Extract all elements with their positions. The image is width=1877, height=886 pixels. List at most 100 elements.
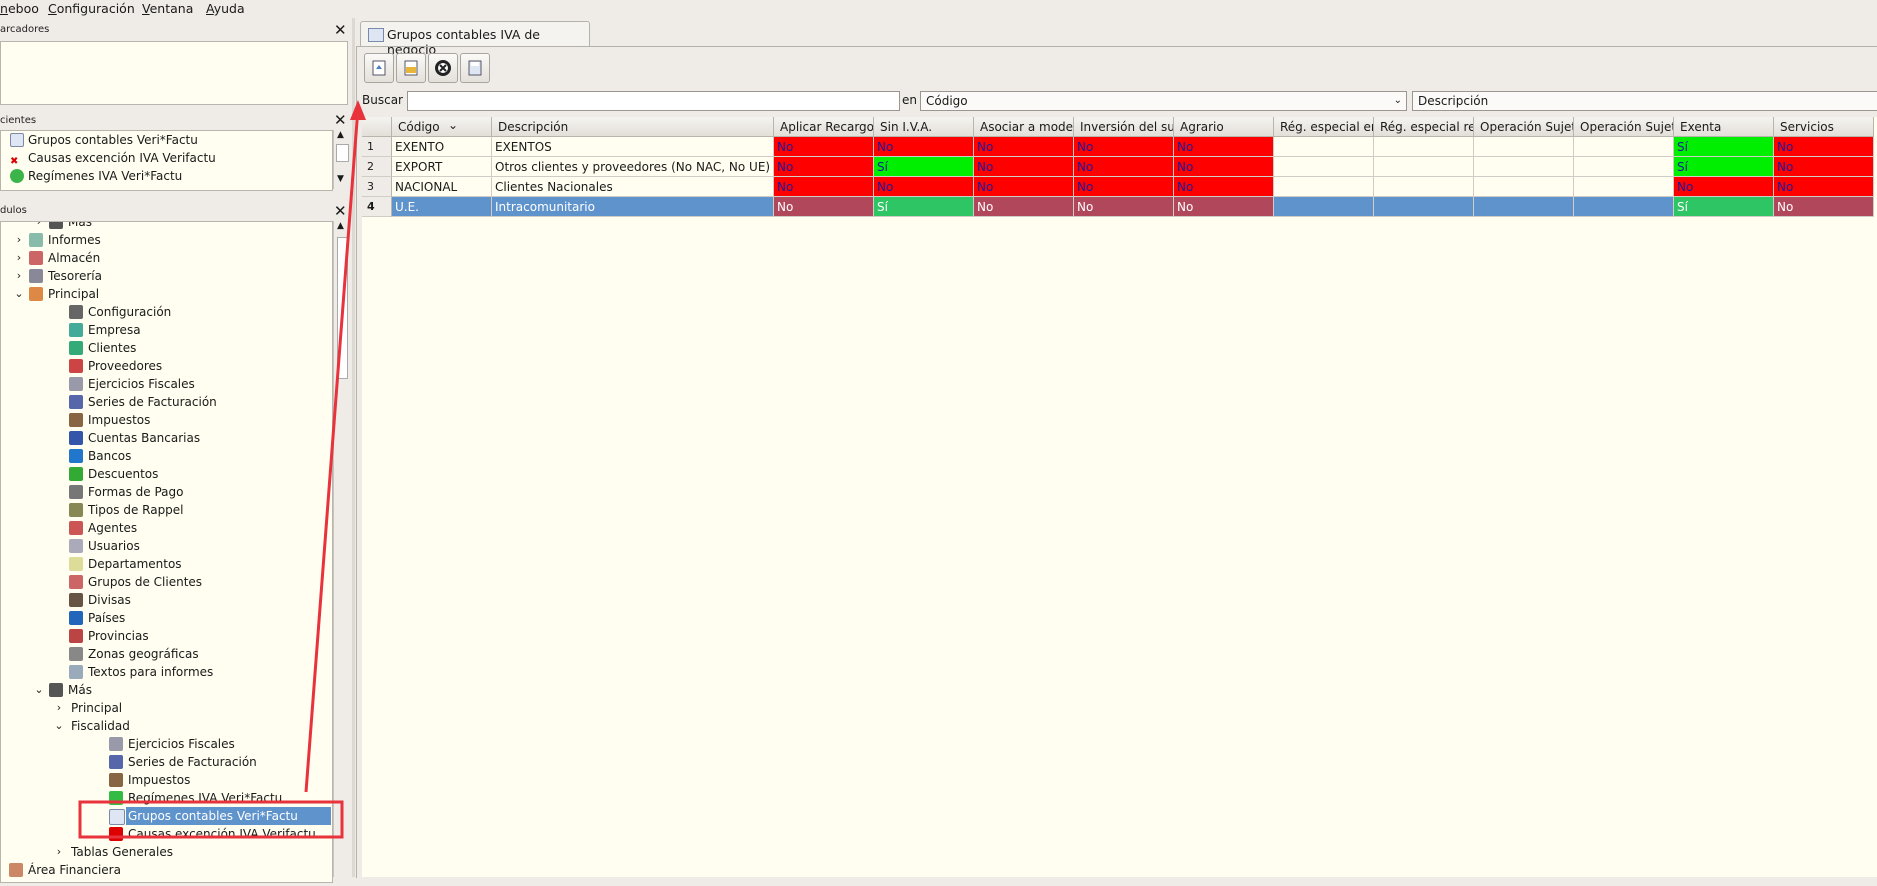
menu-item-file[interactable]: neboo [0, 1, 39, 16]
table-cell[interactable]: NACIONAL [392, 177, 492, 197]
order-field-select[interactable]: Descripción [1412, 91, 1877, 111]
tree-item[interactable]: Divisas [1, 591, 332, 609]
row-header[interactable]: 2 [362, 157, 392, 177]
tree-item[interactable]: ⌄ Más [1, 681, 332, 699]
tab-grupos-contables[interactable]: Grupos contables IVA de negocio [360, 21, 590, 57]
modules-close-icon[interactable]: ✕ [334, 204, 347, 219]
table-cell[interactable] [1574, 157, 1674, 177]
table-cell[interactable] [1474, 197, 1574, 217]
table-cell[interactable] [1574, 137, 1674, 157]
bookmarks-list[interactable] [0, 41, 348, 105]
tree-item[interactable]: ⌄ Fiscalidad [1, 717, 332, 735]
menu-item-configuracion[interactable]: Configuración [48, 1, 135, 16]
table-cell[interactable]: Sí [1674, 197, 1774, 217]
table-cell[interactable] [1474, 177, 1574, 197]
table-cell[interactable]: No [1074, 197, 1174, 217]
column-header[interactable]: Rég. especial er [1274, 117, 1374, 137]
table-cell[interactable]: No [774, 197, 874, 217]
table-cell[interactable] [1374, 197, 1474, 217]
table-cell[interactable]: Clientes Nacionales [492, 177, 774, 197]
tree-item[interactable]: › Informes [1, 231, 332, 249]
table-cell[interactable]: EXENTOS [492, 137, 774, 157]
dock-splitter[interactable] [352, 18, 355, 877]
table-cell[interactable]: No [1074, 137, 1174, 157]
table-cell[interactable]: No [1174, 137, 1274, 157]
table-cell[interactable]: No [1174, 177, 1274, 197]
tree-item[interactable]: › Tesorería [1, 267, 332, 285]
table-cell[interactable]: No [1774, 157, 1874, 177]
search-input[interactable] [407, 91, 900, 111]
row-header[interactable]: 4 [362, 197, 392, 217]
tree-item[interactable]: Textos para informes [1, 663, 332, 681]
table-cell[interactable]: No [1074, 157, 1174, 177]
chevron-right-icon[interactable]: › [13, 231, 25, 249]
tree-item[interactable]: Impuestos [1, 411, 332, 429]
table-cell[interactable]: U.E. [392, 197, 492, 217]
table-cell[interactable]: EXPORT [392, 157, 492, 177]
tree-item[interactable]: › Más [1, 222, 332, 231]
tree-item[interactable]: Clientes [1, 339, 332, 357]
tree-item[interactable]: Ejercicios Fiscales [1, 375, 332, 393]
tree-item[interactable]: Tipos de Rappel [1, 501, 332, 519]
tree-item[interactable]: Proveedores [1, 357, 332, 375]
tree-item[interactable]: › Principal [1, 699, 332, 717]
table-cell[interactable]: No [1774, 197, 1874, 217]
table-cell[interactable] [1374, 177, 1474, 197]
row-header[interactable]: 3 [362, 177, 392, 197]
tree-item[interactable]: Bancos [1, 447, 332, 465]
table-cell[interactable] [1574, 177, 1674, 197]
chevron-down-icon[interactable]: ⌄ [53, 717, 65, 735]
table-cell[interactable]: No [774, 177, 874, 197]
chevron-right-icon[interactable]: › [33, 222, 45, 231]
table-cell[interactable]: No [974, 157, 1074, 177]
table-cell[interactable]: No [874, 177, 974, 197]
table-cell[interactable]: Sí [874, 197, 974, 217]
table-cell[interactable]: Sí [1674, 137, 1774, 157]
tree-item[interactable]: › Tablas Generales [1, 843, 332, 861]
menu-item-ayuda[interactable]: Ayuda [206, 1, 245, 16]
tree-item[interactable]: Descuentos [1, 465, 332, 483]
module-tree-scrollbar[interactable]: ▲ [333, 221, 349, 877]
column-header[interactable]: Inversión del su [1074, 117, 1174, 137]
recent-scrollbar[interactable]: ▲ ▼ [333, 130, 349, 189]
table-cell[interactable]: No [1174, 197, 1274, 217]
new-record-button[interactable] [364, 53, 394, 83]
tree-item[interactable]: Empresa [1, 321, 332, 339]
table-cell[interactable]: No [974, 197, 1074, 217]
tree-item[interactable]: Impuestos [1, 771, 332, 789]
column-header[interactable]: Agrario [1174, 117, 1274, 137]
tree-item[interactable]: Series de Facturación [1, 393, 332, 411]
chevron-right-icon[interactable]: › [13, 249, 25, 267]
table-cell[interactable]: No [1674, 177, 1774, 197]
chevron-down-icon[interactable]: ⌄ [33, 681, 45, 699]
column-header[interactable]: Aplicar Recargo [774, 117, 874, 137]
tree-item[interactable]: Cuentas Bancarias [1, 429, 332, 447]
table-cell[interactable] [1274, 137, 1374, 157]
tree-item[interactable]: Departamentos [1, 555, 332, 573]
table-cell[interactable] [1274, 157, 1374, 177]
tree-item[interactable]: Causas excención IVA Verifactu [1, 825, 332, 843]
column-header[interactable]: Código ⌄ [392, 117, 492, 137]
column-header[interactable]: Asociar a model [974, 117, 1074, 137]
table-cell[interactable] [1374, 157, 1474, 177]
table-cell[interactable]: No [974, 137, 1074, 157]
table-cell[interactable]: Sí [874, 157, 974, 177]
table-cell[interactable]: No [1774, 177, 1874, 197]
search-field-select[interactable]: Código ⌄ [920, 91, 1407, 111]
tree-item[interactable]: ⌄ Principal [1, 285, 332, 303]
tree-item[interactable]: Configuración [1, 303, 332, 321]
tree-item[interactable]: Regímenes IVA Veri*Factu [1, 789, 332, 807]
tree-item[interactable]: Formas de Pago [1, 483, 332, 501]
save-button[interactable] [460, 53, 490, 83]
tree-item[interactable]: Agentes [1, 519, 332, 537]
table-cell[interactable] [1474, 157, 1574, 177]
chevron-right-icon[interactable]: › [53, 843, 65, 861]
table-cell[interactable]: No [1774, 137, 1874, 157]
table-cell[interactable] [1574, 197, 1674, 217]
column-header[interactable]: Sin I.V.A. [874, 117, 974, 137]
tree-item[interactable]: › Área Financiera [1, 861, 332, 879]
table-cell[interactable]: EXENTO [392, 137, 492, 157]
column-header[interactable]: Rég. especial re [1374, 117, 1474, 137]
edit-record-button[interactable] [396, 53, 426, 83]
tree-item[interactable]: Países [1, 609, 332, 627]
